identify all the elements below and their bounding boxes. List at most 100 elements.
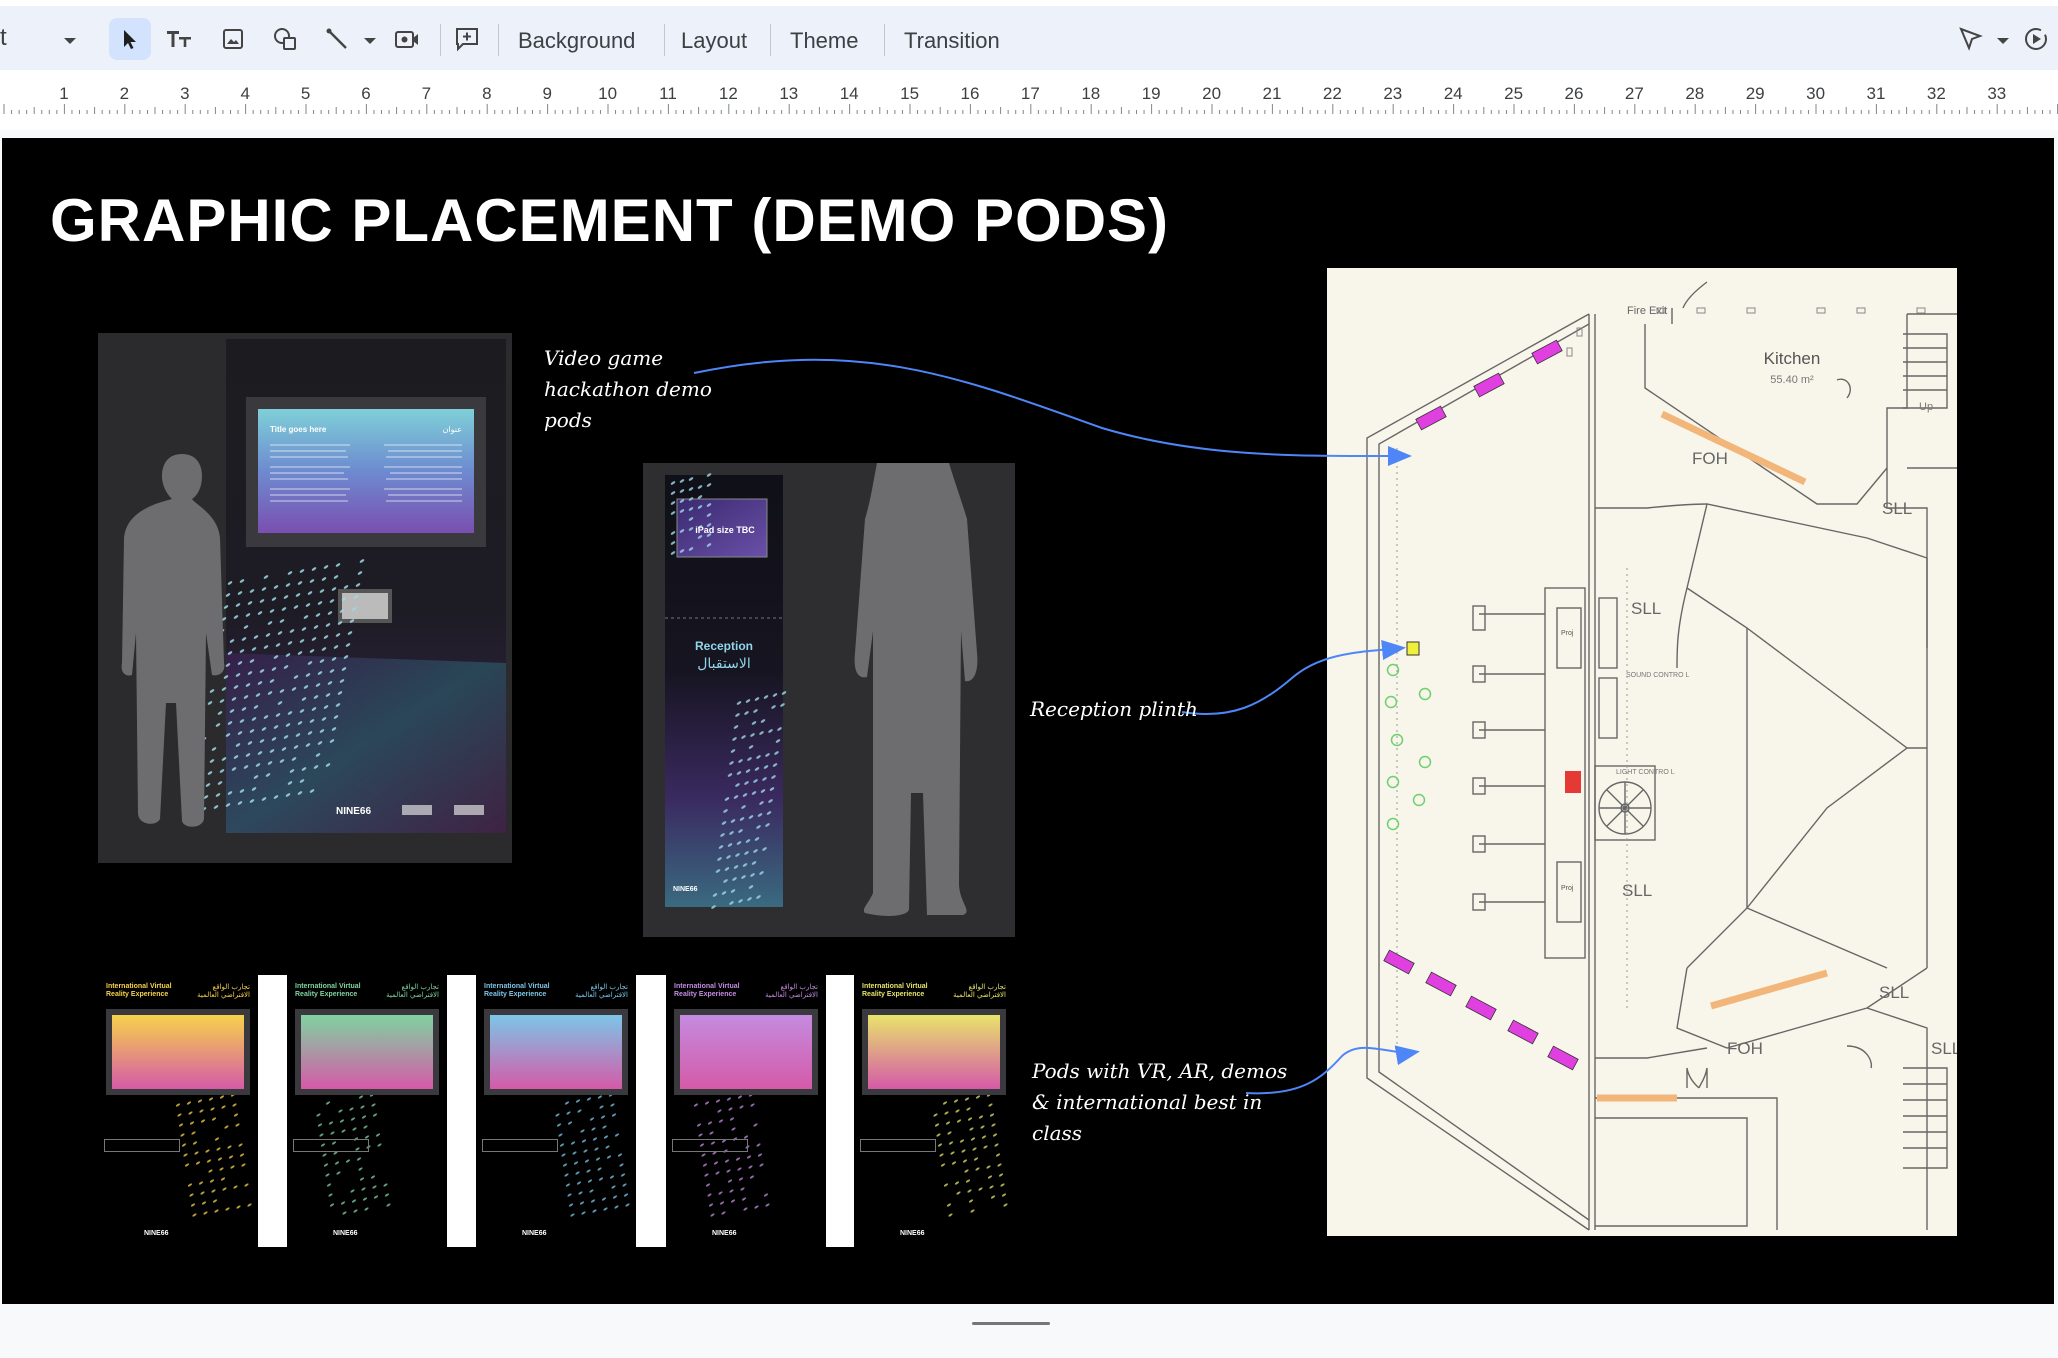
ruler-number: 4 [240,84,249,104]
ruler-number: 21 [1263,84,1282,104]
layout-button[interactable]: Layout [681,28,747,54]
fp-kitchen-area: 55.40 m² [1770,374,1814,386]
poster-title-en: International Virtual Reality Experience [295,983,365,999]
poster-sensor [482,1139,558,1152]
poster-sensor [293,1139,369,1152]
poster-mockup[interactable]: International Virtual Reality Experience… [476,975,636,1247]
line-icon[interactable] [316,18,358,60]
poster-gap [258,975,288,1247]
slideshow-icon[interactable] [2016,18,2056,60]
poster-brand-logo: NINE66 [333,1230,358,1237]
shape-icon[interactable] [264,18,306,60]
annotation-reception[interactable]: Reception plinth [1030,694,1198,725]
filmstrip-resize-handle[interactable] [972,1322,1050,1325]
ruler-number: 17 [1021,84,1040,104]
poster-screen-frame [484,1009,628,1095]
select-arrow-icon[interactable] [109,18,151,60]
poster-screen [301,1015,433,1089]
poster-gap [636,975,666,1247]
ruler-number: 3 [180,84,189,104]
fp-proj-bottom: Proj [1561,885,1574,892]
reception-brand-logo: NINE66 [673,886,698,893]
poster-title-ar: تجارب الواقع الافتراضي العالمية [377,983,439,999]
poster-brand-logo: NINE66 [522,1230,547,1237]
poster-title-ar: تجارب الواقع الافتراضي العالمية [566,983,628,999]
ruler-number: 11 [659,84,677,104]
pointer-chevron-down-icon[interactable] [1995,36,2011,46]
demo-pod-mockup[interactable]: Title goes here عنوان NINE66 [98,333,512,863]
ruler-number: 29 [1746,84,1765,104]
ruler-number: 18 [1081,84,1100,104]
ruler-number: 9 [542,84,551,104]
present-pointer-icon[interactable] [1950,18,1992,60]
poster-gap [447,975,477,1247]
annotation-video-game[interactable]: Video game hackathon demo pods [544,343,712,436]
horizontal-ruler[interactable]: 1 2 3 4 5 6 7 8 9 10 11 12 13 14 15 16 17 18 19 20 21 22 23 24 2… [0,84,2058,114]
toolbar-divider [440,24,441,56]
poster-mockup[interactable]: International Virtual Reality Experience… [98,975,258,1247]
poster-sensor [672,1139,748,1152]
line-chevron-down-icon[interactable] [362,36,378,46]
poster-mockup[interactable]: International Virtual Reality Experience… [666,975,826,1247]
text-box-icon[interactable] [158,18,200,60]
ruler-number: 23 [1383,84,1402,104]
comment-add-icon[interactable] [446,18,488,60]
poster-brand-logo: NINE66 [712,1230,737,1237]
annotation-pods-vr[interactable]: Pods with VR, AR, demos & international … [1032,1056,1287,1149]
ruler-number: 28 [1685,84,1704,104]
fp-foh-bottom: FOH [1727,1039,1763,1058]
poster-mockup[interactable]: International Virtual Reality Experience… [854,975,1014,1247]
ruler-number: 1 [59,84,68,104]
zoom-label[interactable]: t [0,24,7,52]
slide-title[interactable]: GRAPHIC PLACEMENT (DEMO PODS) [50,186,1169,255]
ruler-number: 7 [422,84,431,104]
ruler-number: 19 [1142,84,1161,104]
floor-plan[interactable]: Fire Exit Kitchen 55.40 m² Up FOH SLL SL… [1327,268,1957,1236]
ruler-number: 32 [1927,84,1946,104]
background-button[interactable]: Background [518,28,635,54]
fp-proj-top: Proj [1561,630,1574,637]
poster-title-ar: تجارب الواقع الافتراضي العالمية [944,983,1006,999]
reception-label: Reception [695,639,753,653]
poster-screen [112,1015,244,1089]
poster-mockup[interactable]: International Virtual Reality Experience… [287,975,447,1247]
poster-brand-logo: NINE66 [900,1230,925,1237]
fp-kitchen: Kitchen [1764,349,1821,368]
toolbar: t Background Layout Theme Transition [0,6,2058,70]
transition-button[interactable]: Transition [904,28,1000,54]
annotation-line: hackathon demo [544,374,712,405]
ruler-number: 30 [1806,84,1825,104]
fp-foh-top: FOH [1692,449,1728,468]
ruler-number: 8 [482,84,491,104]
annotation-line: Video game [544,343,712,374]
poster-title-en: International Virtual Reality Experience [674,983,744,999]
video-icon[interactable] [386,18,428,60]
poster-screen [868,1015,1000,1089]
toolbar-divider [770,24,771,56]
arrow-to-pods-top [694,360,1408,456]
ruler-number: 25 [1504,84,1523,104]
fp-sll-4: SLL [1879,983,1909,1002]
ruler-number: 16 [961,84,980,104]
pod-brand-logo: NINE66 [336,806,371,817]
poster-brand-logo: NINE66 [144,1230,169,1237]
zoom-chevron-down-icon[interactable] [62,36,78,46]
annotation-line: pods [544,405,712,436]
toolbar-divider [884,24,885,56]
theme-button[interactable]: Theme [790,28,858,54]
annotation-line: & international best in [1032,1087,1287,1118]
ruler-number: 13 [779,84,798,104]
image-icon[interactable] [212,18,254,60]
reception-plinth-mockup[interactable]: iPad size TBC Reception الاستقبال NINE66 [643,463,1015,937]
ruler-number: 14 [840,84,859,104]
toolbar-divider [664,24,665,56]
fp-fire-exit: Fire Exit [1627,305,1667,317]
poster-sensor [104,1139,180,1152]
fp-sound-control: SOUND CONTRO L [1626,672,1690,679]
fp-light-control: LIGHT CONTRO L [1616,769,1675,776]
slide[interactable]: GRAPHIC PLACEMENT (DEMO PODS) Title goes… [2,138,2054,1304]
pod-screen-title: Title goes here [270,425,327,434]
ruler-number: 22 [1323,84,1342,104]
poster-screen-frame [862,1009,1006,1095]
ruler-number: 5 [301,84,310,104]
